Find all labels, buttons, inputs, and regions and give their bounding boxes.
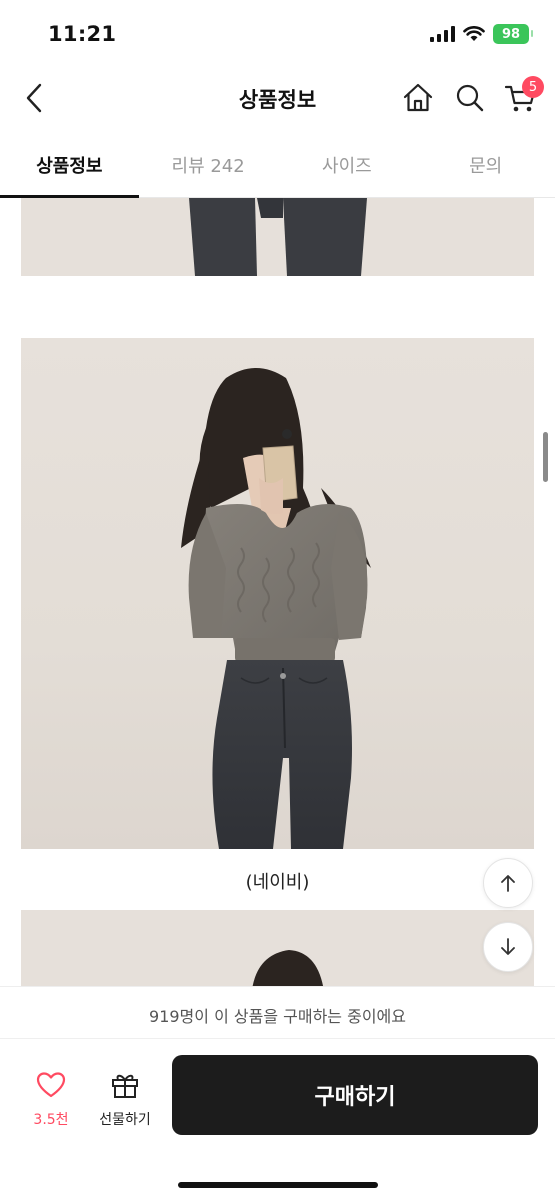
product-photo-previous [21, 198, 534, 276]
gift-label: 선물하기 [99, 1112, 151, 1128]
scrollbar[interactable] [543, 432, 548, 482]
home-icon [403, 83, 433, 112]
battery-icon: 98 [493, 24, 533, 44]
product-detail-content[interactable]: (네이비) [0, 198, 555, 986]
arrow-down-icon [501, 938, 515, 955]
heart-icon [36, 1072, 66, 1098]
cart-button[interactable]: 5 [504, 76, 544, 116]
tab-size[interactable]: 사이즈 [278, 130, 417, 197]
like-button[interactable]: 3.5천 [22, 1071, 80, 1129]
tab-reviews[interactable]: 리뷰 242 [139, 130, 278, 197]
gift-button[interactable]: 선물하기 [92, 1071, 158, 1129]
home-indicator [178, 1182, 378, 1188]
tab-inquiry[interactable]: 문의 [416, 130, 555, 197]
nav-bar: 상품정보 5 [0, 66, 555, 130]
buy-button[interactable]: 구매하기 [172, 1055, 538, 1135]
bottom-action-bar: 3.5천 선물하기 구매하기 [0, 1038, 555, 1158]
scroll-up-button[interactable] [483, 858, 533, 908]
cart-badge: 5 [522, 76, 544, 98]
battery-level: 98 [501, 26, 521, 42]
search-button[interactable] [452, 80, 488, 116]
home-button[interactable] [400, 80, 436, 116]
gift-icon [112, 1074, 138, 1098]
like-count: 3.5천 [33, 1112, 69, 1128]
photo-caption: (네이비) [245, 872, 310, 893]
wifi-icon [463, 26, 485, 41]
purchase-notice: 919명이 이 상품을 구매하는 중이에요 [0, 986, 555, 1038]
tab-product-info[interactable]: 상품정보 [0, 130, 139, 198]
status-time: 11:21 [48, 22, 117, 46]
status-icons: 98 [430, 24, 533, 44]
arrow-up-icon [501, 875, 515, 892]
product-photo-navy [21, 338, 534, 849]
product-photo-next [21, 910, 534, 986]
scroll-down-button[interactable] [483, 922, 533, 972]
search-icon [456, 84, 484, 112]
tab-bar: 상품정보 리뷰 242 사이즈 문의 [0, 130, 555, 198]
signal-icon [430, 26, 455, 42]
status-bar: 11:21 98 [0, 0, 555, 66]
